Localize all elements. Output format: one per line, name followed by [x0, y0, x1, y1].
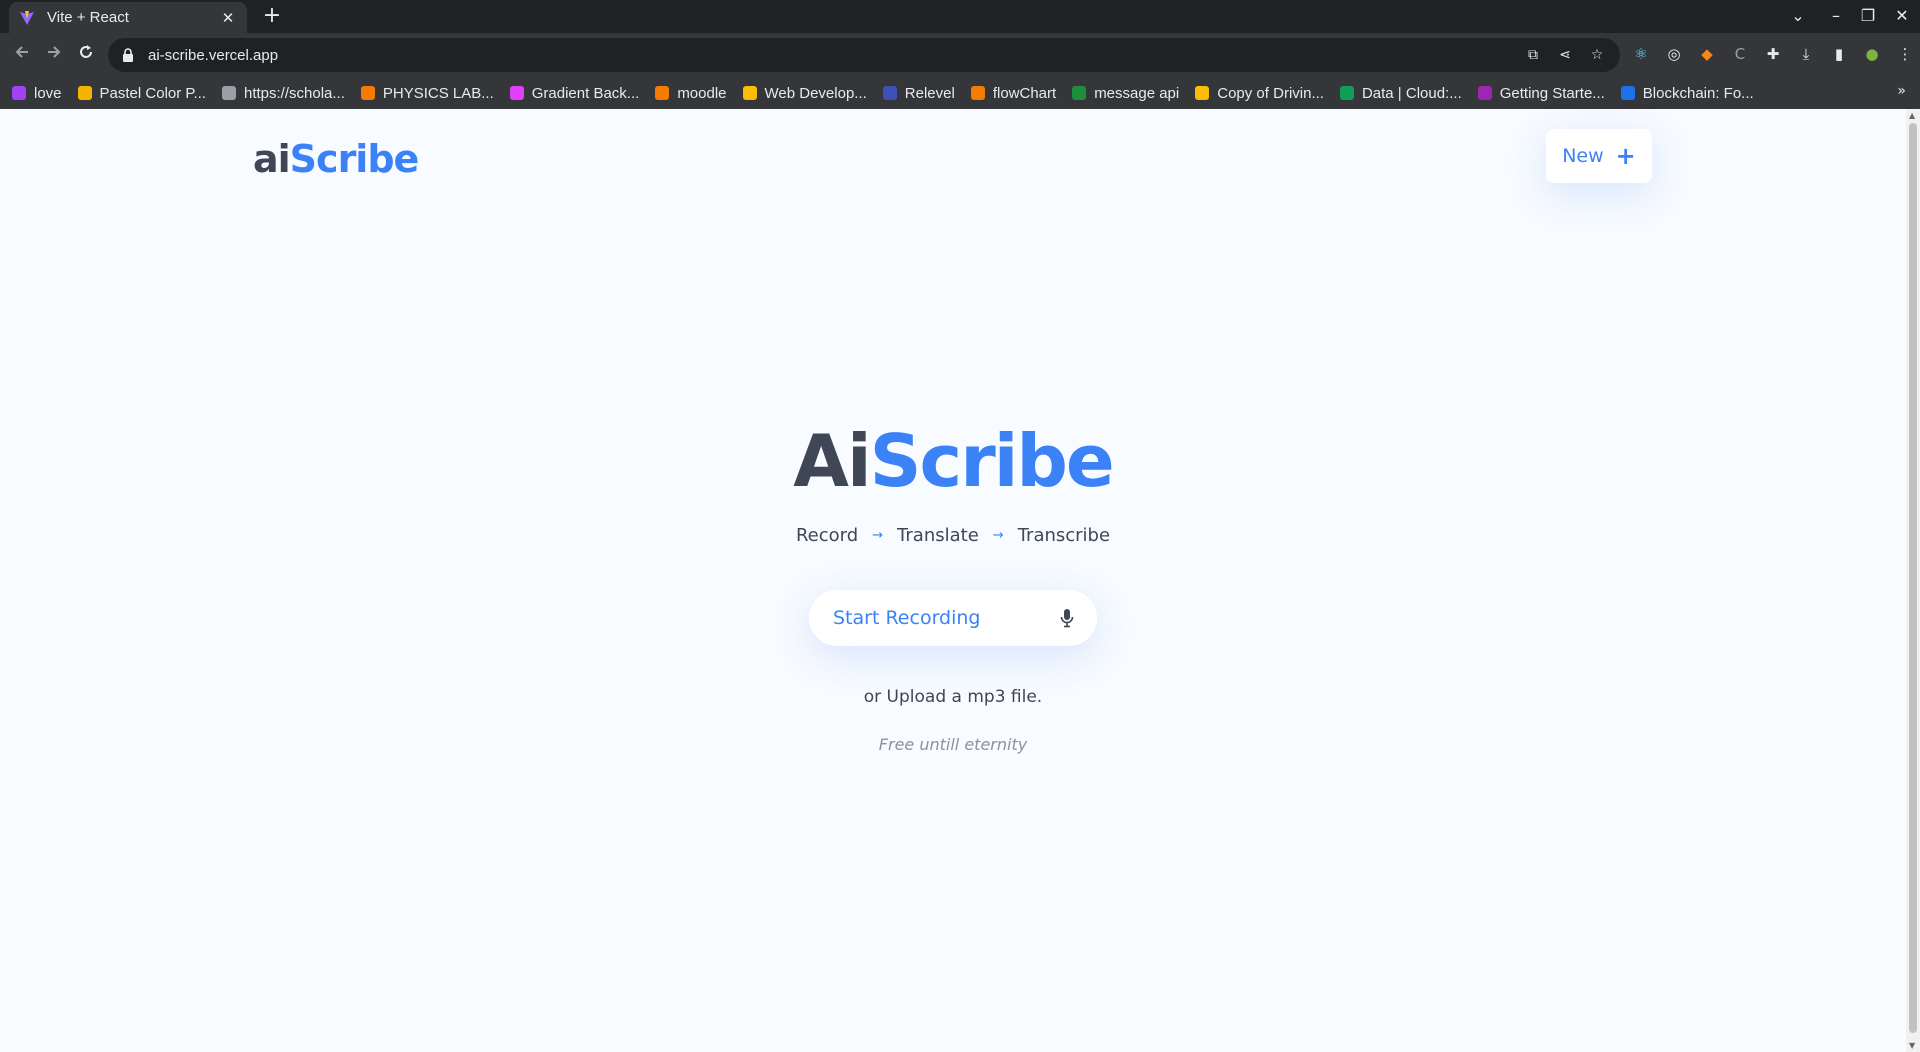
microphone-icon — [1059, 607, 1075, 629]
bookmark-icon — [12, 86, 26, 100]
extension-c-icon[interactable]: C — [1729, 43, 1751, 65]
translate-icon[interactable]: ⧉ — [1524, 46, 1542, 64]
tab-close-icon[interactable]: ✕ — [219, 9, 237, 27]
start-recording-label: Start Recording — [833, 607, 981, 629]
bookmark-item[interactable]: Getting Starte... — [1477, 85, 1605, 102]
arrow-right-icon: → — [992, 528, 1004, 543]
bookmarks-overflow-icon[interactable]: » — [1897, 83, 1906, 99]
reload-icon[interactable] — [74, 43, 98, 67]
step-transcribe: Transcribe — [1017, 525, 1111, 546]
back-icon[interactable] — [10, 43, 34, 67]
minimize-icon[interactable]: – — [1824, 4, 1848, 28]
tagline: Free untill eternity — [878, 735, 1028, 754]
restore-icon[interactable]: ❐ — [1856, 4, 1880, 28]
bookmark-item[interactable]: message api — [1072, 85, 1179, 102]
side-panel-icon[interactable]: ▮ — [1828, 43, 1850, 65]
bookmark-star-icon[interactable]: ☆ — [1588, 46, 1606, 64]
upload-mp3-link[interactable]: or Upload a mp3 file. — [0, 687, 1906, 707]
bookmark-item[interactable]: PHYSICS LAB... — [360, 85, 494, 102]
bookmark-icon — [882, 86, 897, 100]
brand-suffix: Scribe — [289, 137, 420, 181]
bookmark-icon — [1072, 86, 1087, 100]
scrollbar-thumb[interactable] — [1909, 123, 1917, 1033]
step-translate: Translate — [897, 525, 979, 546]
tab-title: Vite + React — [47, 9, 129, 26]
bookmarks-bar: love Pastel Color P... https://schola...… — [0, 77, 1920, 109]
address-bar[interactable]: ai-scribe.vercel.app ⧉ ⋖ ☆ — [108, 38, 1620, 72]
scroll-down-icon[interactable]: ▼ — [1909, 1041, 1915, 1050]
extensions-puzzle-icon[interactable]: ✚ — [1762, 43, 1784, 65]
step-record: Record — [795, 525, 859, 546]
menu-kebab-icon[interactable]: ⋮ — [1894, 43, 1916, 65]
metamask-icon[interactable]: ◆ — [1696, 43, 1718, 65]
close-window-icon[interactable]: ✕ — [1890, 4, 1914, 28]
react-devtools-icon[interactable]: ⚛ — [1630, 43, 1652, 65]
browser-toolbar: ai-scribe.vercel.app ⧉ ⋖ ☆ ⚛ ◎ ◆ C ✚ ⤓ ▮… — [0, 33, 1920, 77]
browser-tab-strip: Vite + React ✕ + ⌄ – ❐ ✕ — [0, 0, 1920, 33]
vite-icon — [19, 10, 35, 26]
forward-icon[interactable] — [42, 43, 66, 67]
bookmark-icon — [1620, 86, 1635, 100]
bookmark-icon — [970, 86, 985, 100]
bookmark-item[interactable]: Data | Cloud:... — [1339, 85, 1462, 102]
hero-title-prefix: Ai — [793, 419, 871, 503]
start-recording-button[interactable]: Start Recording — [809, 590, 1097, 646]
bookmark-icon — [509, 86, 524, 100]
browser-tab[interactable]: Vite + React ✕ — [9, 2, 247, 33]
extension-circle-icon[interactable]: ◎ — [1663, 43, 1685, 65]
new-button[interactable]: New + — [1546, 129, 1652, 183]
app-page: aiScribe New + AiScribe Record → Transla… — [0, 109, 1906, 1052]
bookmark-item[interactable]: Pastel Color P... — [77, 85, 206, 102]
new-button-label: New — [1562, 145, 1604, 167]
plus-icon: + — [1615, 142, 1636, 170]
bookmark-icon — [655, 86, 670, 100]
bookmark-icon — [1339, 86, 1354, 100]
bookmark-item[interactable]: love — [12, 85, 62, 102]
url-text: ai-scribe.vercel.app — [148, 46, 279, 64]
bookmark-icon — [1477, 86, 1492, 100]
profile-avatar-icon[interactable]: ● — [1861, 43, 1883, 65]
brand-logo[interactable]: aiScribe — [253, 137, 420, 181]
hero-title: AiScribe — [0, 419, 1906, 503]
lock-icon — [122, 48, 136, 62]
hero-title-suffix: Scribe — [869, 419, 1115, 503]
bookmark-item[interactable]: flowChart — [970, 85, 1056, 102]
tab-search-icon[interactable]: ⌄ — [1786, 4, 1810, 28]
bookmark-icon — [360, 86, 375, 100]
scroll-up-icon[interactable]: ▲ — [1909, 111, 1915, 120]
download-icon[interactable]: ⤓ — [1795, 43, 1817, 65]
bookmark-item[interactable]: moodle — [655, 85, 727, 102]
new-tab-button[interactable]: + — [260, 4, 284, 28]
bookmark-item[interactable]: Web Develop... — [742, 85, 867, 102]
bookmark-item[interactable]: Blockchain: Fo... — [1620, 85, 1754, 102]
bookmark-icon — [221, 86, 236, 100]
bookmark-item[interactable]: Relevel — [882, 85, 955, 102]
bookmark-item[interactable]: Copy of Drivin... — [1195, 85, 1324, 102]
bookmark-icon — [77, 86, 92, 100]
brand-prefix: ai — [253, 137, 291, 181]
bookmark-item[interactable]: Gradient Back... — [509, 85, 639, 102]
share-icon[interactable]: ⋖ — [1556, 46, 1574, 64]
arrow-right-icon: → — [872, 528, 884, 543]
bookmark-item[interactable]: https://schola... — [221, 85, 345, 102]
page-scrollbar[interactable]: ▲ ▼ — [1906, 109, 1920, 1052]
bookmark-icon — [1195, 86, 1210, 100]
bookmark-icon — [742, 86, 757, 100]
steps-flow: Record → Translate → Transcribe — [0, 525, 1906, 546]
